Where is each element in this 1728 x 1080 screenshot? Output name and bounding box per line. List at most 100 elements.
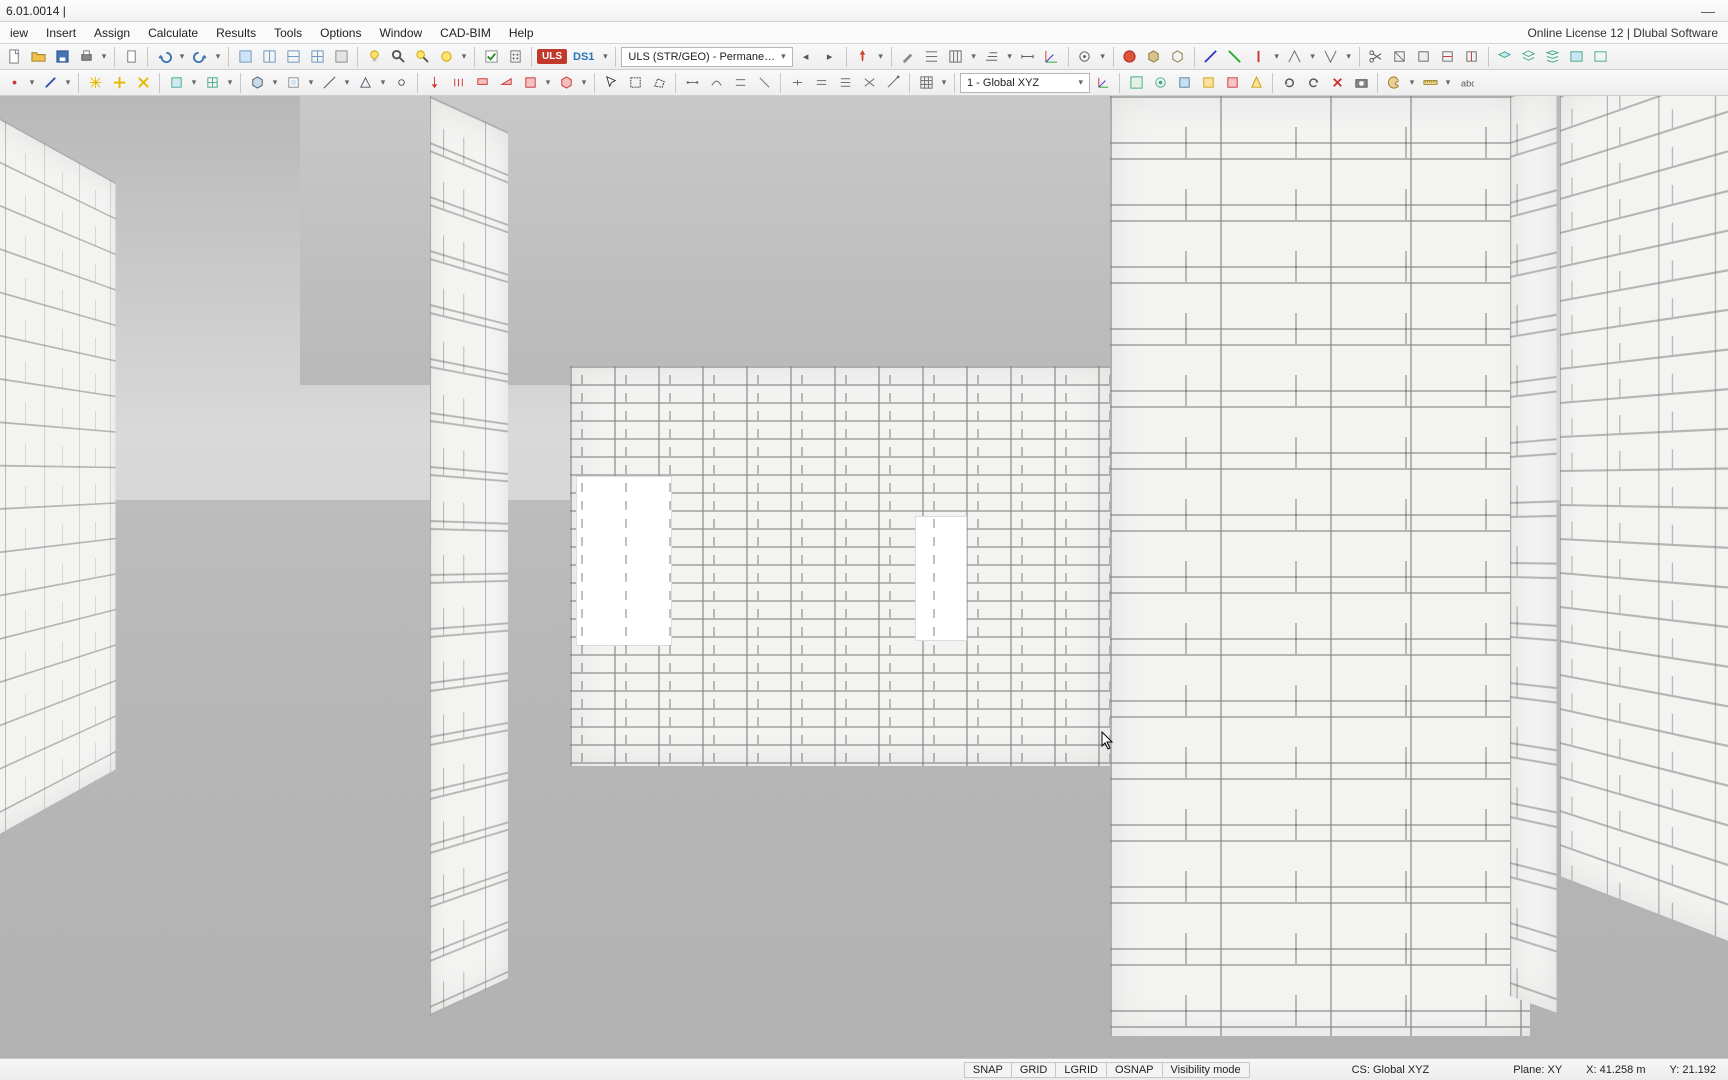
load3-icon[interactable] [471,72,493,94]
refresh2-icon[interactable] [1302,72,1324,94]
clip2-icon[interactable] [1413,46,1435,68]
zoom-extents-icon[interactable] [411,46,433,68]
section2-icon[interactable] [1461,46,1483,68]
hinge-icon[interactable] [390,72,412,94]
menu-calculate[interactable]: Calculate [140,24,206,42]
grid2-icon[interactable] [981,46,1003,68]
select-poly-icon[interactable] [648,72,670,94]
layer4-icon[interactable] [1566,46,1588,68]
member-star-icon[interactable] [84,72,106,94]
edit1-icon[interactable] [681,72,703,94]
layer5-icon[interactable] [1590,46,1612,68]
redo-dropdown[interactable]: ▾ [213,51,223,62]
menu-insert[interactable]: Insert [38,24,84,42]
prev-case-icon[interactable]: ◂ [795,46,817,68]
target-dropdown[interactable]: ▾ [1098,51,1108,62]
view4-icon[interactable] [1197,72,1219,94]
align-icon[interactable] [921,46,943,68]
zoom-icon[interactable] [387,46,409,68]
window-5-icon[interactable] [330,46,352,68]
open-icon[interactable] [27,46,49,68]
window-2-icon[interactable] [258,46,280,68]
surface-icon[interactable] [165,72,187,94]
load5-icon[interactable] [519,72,541,94]
surface-plus-icon[interactable] [201,72,223,94]
status-snap[interactable]: SNAP [964,1062,1012,1078]
axis-x-icon[interactable] [1200,46,1222,68]
status-lgrid[interactable]: LGRID [1055,1062,1107,1078]
coordsys-combo[interactable]: 1 - Global XYZ ▾ [960,73,1090,93]
design-dropdown[interactable]: ▾ [600,51,610,62]
load5-dropdown[interactable]: ▾ [543,77,553,88]
zoom-window-icon[interactable] [435,46,457,68]
node-icon[interactable] [3,72,25,94]
palette-dropdown[interactable]: ▾ [1407,77,1417,88]
bulb-icon[interactable] [363,46,385,68]
solid-dropdown[interactable]: ▾ [270,77,280,88]
cube2-icon[interactable] [1167,46,1189,68]
grid-tool-icon[interactable] [945,46,967,68]
edit4-icon[interactable] [753,72,775,94]
status-visibility[interactable]: Visibility mode [1162,1062,1250,1078]
load2-icon[interactable] [447,72,469,94]
axis-yz-icon[interactable] [1320,46,1342,68]
cube-icon[interactable] [1143,46,1165,68]
window-4-icon[interactable] [306,46,328,68]
axis-tool-icon[interactable] [1041,46,1063,68]
view3-icon[interactable] [1173,72,1195,94]
menu-assign[interactable]: Assign [86,24,138,42]
status-osnap[interactable]: OSNAP [1106,1062,1163,1078]
view1-icon[interactable] [1125,72,1147,94]
surface-dropdown[interactable]: ▾ [189,77,199,88]
menu-view[interactable]: iew [2,24,36,42]
edit8-icon[interactable] [858,72,880,94]
mesh-dropdown[interactable]: ▾ [939,77,949,88]
edit9-icon[interactable] [882,72,904,94]
edit6-icon[interactable] [810,72,832,94]
menu-tools[interactable]: Tools [266,24,310,42]
view6-icon[interactable] [1245,72,1267,94]
viewport-3d[interactable] [0,96,1728,1058]
load4-icon[interactable] [495,72,517,94]
axis-xy-icon[interactable] [1284,46,1306,68]
next-case-icon[interactable]: ▸ [819,46,841,68]
load1-icon[interactable] [423,72,445,94]
minimize-button[interactable]: — [1694,3,1722,19]
view5-icon[interactable] [1221,72,1243,94]
status-grid[interactable]: GRID [1011,1062,1057,1078]
view2-icon[interactable] [1149,72,1171,94]
menu-help[interactable]: Help [501,24,542,42]
pin-icon[interactable] [852,46,874,68]
measure-icon[interactable] [1419,72,1441,94]
measure-dropdown[interactable]: ▾ [1443,77,1453,88]
redo-icon[interactable] [189,46,211,68]
load6-icon[interactable] [555,72,577,94]
load6-dropdown[interactable]: ▾ [579,77,589,88]
layer1-icon[interactable] [1494,46,1516,68]
dim-icon[interactable] [1017,46,1039,68]
section-icon[interactable] [1437,46,1459,68]
print-icon[interactable] [75,46,97,68]
globe-icon[interactable] [1119,46,1141,68]
palette-icon[interactable] [1383,72,1405,94]
menu-results[interactable]: Results [208,24,264,42]
member-icon[interactable] [39,72,61,94]
text-icon[interactable]: abc [1455,72,1477,94]
calc-icon[interactable] [504,46,526,68]
member-plus-icon[interactable] [108,72,130,94]
undo-icon[interactable] [153,46,175,68]
save-icon[interactable] [51,46,73,68]
new-file-icon[interactable] [3,46,25,68]
opening-icon[interactable] [282,72,304,94]
menu-cad-bim[interactable]: CAD-BIM [432,24,499,42]
zoom-dropdown[interactable]: ▾ [459,51,469,62]
member-dropdown[interactable]: ▾ [63,77,73,88]
line-icon[interactable] [318,72,340,94]
line-dropdown[interactable]: ▾ [342,77,352,88]
scissor-icon[interactable] [1365,46,1387,68]
layer3-icon[interactable] [1542,46,1564,68]
layer2-icon[interactable] [1518,46,1540,68]
support-icon[interactable] [354,72,376,94]
axis-xy-dropdown[interactable]: ▾ [1308,51,1318,62]
tool-icon[interactable] [897,46,919,68]
